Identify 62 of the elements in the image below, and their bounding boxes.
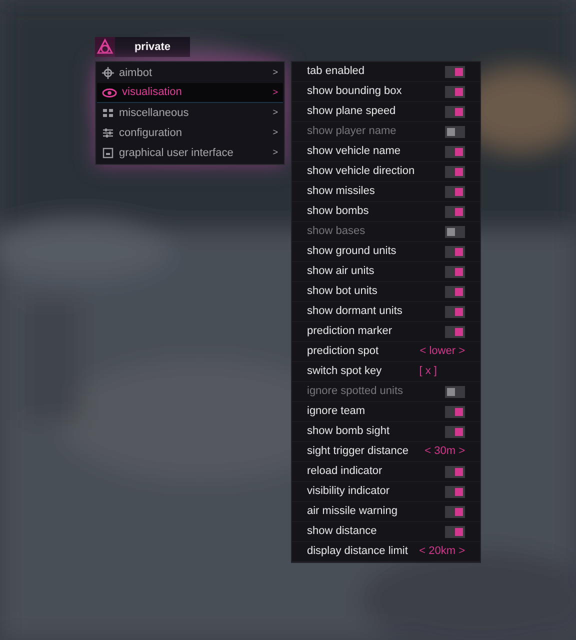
- setting-label: show missiles: [307, 184, 375, 200]
- setting-label: show distance: [307, 524, 377, 540]
- eye-icon: [102, 88, 117, 98]
- setting-label: ignore team: [307, 404, 366, 420]
- menu-item[interactable]: aimbot >: [97, 63, 283, 83]
- toggle-switch[interactable]: [445, 246, 465, 258]
- toggle-switch[interactable]: [445, 126, 465, 138]
- setting-label: show vehicle direction: [307, 164, 415, 180]
- toggle-switch[interactable]: [445, 486, 465, 498]
- window-icon: [102, 147, 114, 159]
- setting-label: display distance limit: [307, 544, 408, 560]
- setting-label: show player name: [307, 124, 396, 140]
- setting-label: prediction spot: [307, 344, 379, 360]
- toggle-switch[interactable]: [445, 66, 465, 78]
- toggle-switch[interactable]: [445, 506, 465, 518]
- toggle-switch[interactable]: [445, 326, 465, 338]
- toggle-switch[interactable]: [445, 186, 465, 198]
- menu-item[interactable]: graphical user interface >: [97, 143, 283, 163]
- toggle-switch[interactable]: [445, 286, 465, 298]
- menu-item[interactable]: visualisation >: [97, 83, 283, 103]
- setting-label: show bases: [307, 224, 366, 240]
- value-selector[interactable]: < 30m >: [424, 443, 465, 460]
- toggle-switch[interactable]: [445, 466, 465, 478]
- title-text: private: [133, 40, 172, 55]
- toggle-switch[interactable]: [445, 306, 465, 318]
- toggle-switch[interactable]: [445, 146, 465, 158]
- setting-label: reload indicator: [307, 464, 382, 480]
- setting-label: air missile warning: [307, 504, 398, 520]
- setting-label: show bounding box: [307, 84, 402, 100]
- menu-item[interactable]: miscellaneous >: [97, 103, 283, 123]
- setting-label: prediction marker: [307, 324, 392, 340]
- toggle-switch[interactable]: [445, 526, 465, 538]
- setting-label: sight trigger distance: [307, 444, 408, 460]
- setting-label: show dormant units: [307, 304, 402, 320]
- value-selector[interactable]: < 20km >: [419, 543, 465, 560]
- setting-label: switch spot key: [307, 364, 382, 380]
- crosshair-icon: [102, 67, 114, 79]
- toggle-switch[interactable]: [445, 266, 465, 278]
- toggle-switch[interactable]: [445, 166, 465, 178]
- toggle-switch[interactable]: [445, 86, 465, 98]
- toggle-switch[interactable]: [445, 426, 465, 438]
- setting-label: show air units: [307, 264, 374, 280]
- keybind-button[interactable]: [ x ]: [419, 363, 437, 380]
- setting-label: show bomb sight: [307, 424, 390, 440]
- setting-label: visibility indicator: [307, 484, 390, 500]
- setting-label: show bot units: [307, 284, 378, 300]
- grid-icon: [102, 107, 114, 119]
- toggle-switch[interactable]: [445, 206, 465, 218]
- toggle-switch[interactable]: [445, 386, 465, 398]
- sliders-icon: [102, 127, 114, 139]
- value-selector[interactable]: < lower >: [420, 343, 465, 360]
- menu-item[interactable]: configuration >: [97, 123, 283, 143]
- toggle-switch[interactable]: [445, 406, 465, 418]
- setting-label: tab enabled: [307, 64, 364, 80]
- setting-label: ignore spotted units: [307, 384, 404, 400]
- setting-label: show plane speed: [307, 104, 396, 120]
- setting-label: show vehicle name: [307, 144, 401, 160]
- toggle-switch[interactable]: [445, 226, 465, 238]
- setting-label: show bombs: [307, 204, 369, 220]
- toggle-switch[interactable]: [445, 106, 465, 118]
- logo-icon: [95, 37, 115, 57]
- setting-label: show ground units: [307, 244, 396, 260]
